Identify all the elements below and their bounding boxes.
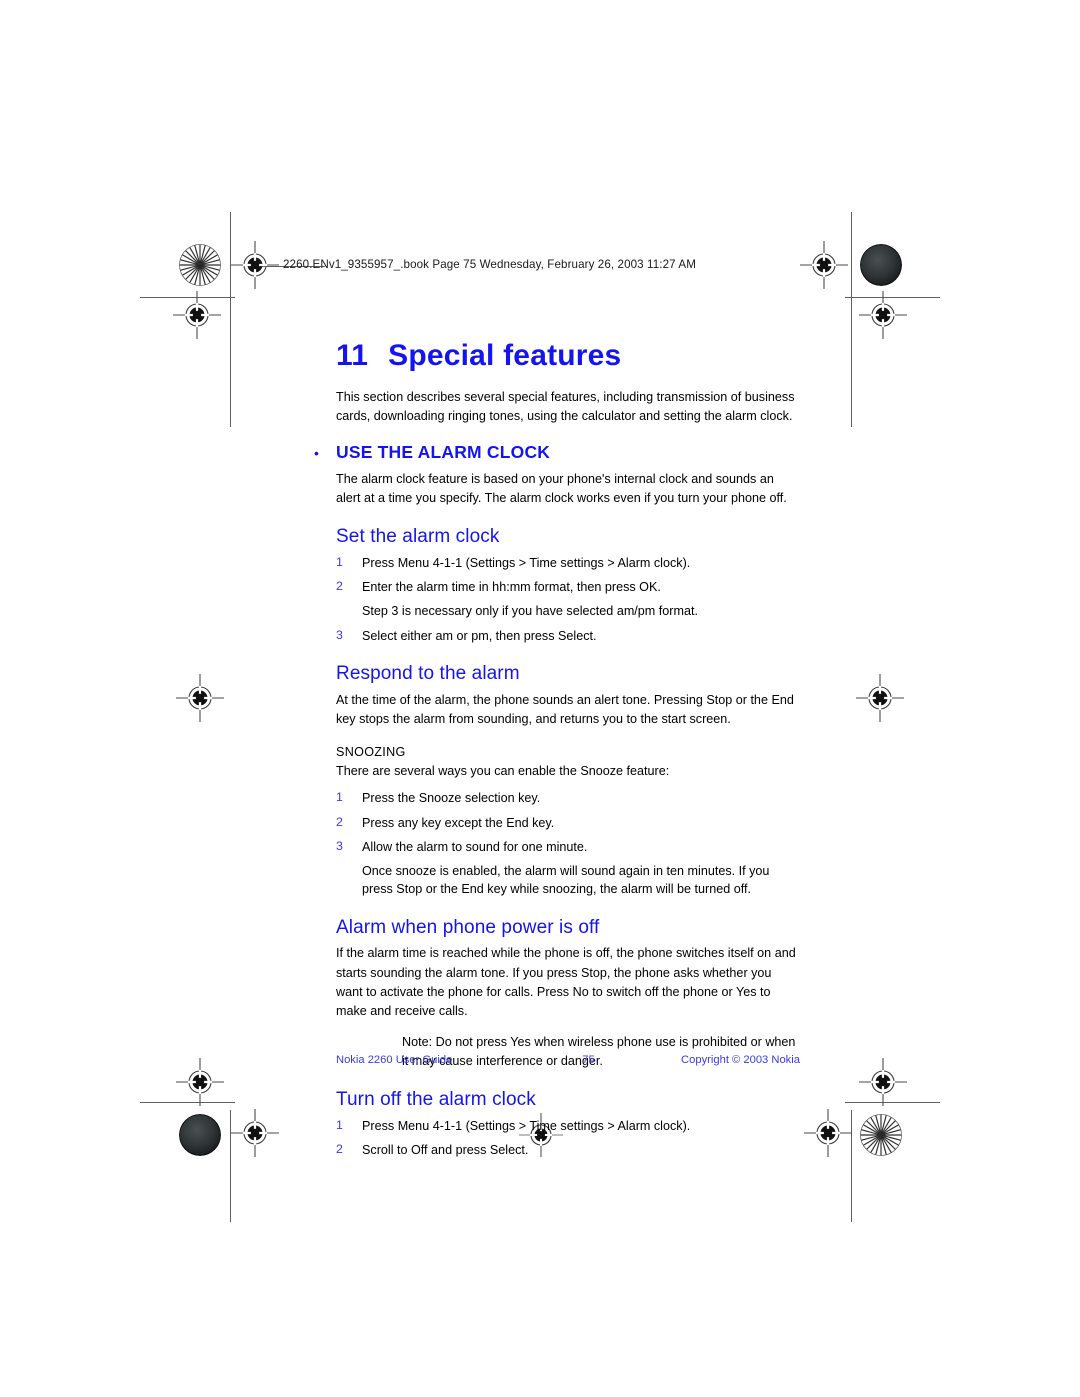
trim-line-bottom-left-horizontal xyxy=(140,1102,235,1103)
registration-target-middle-right xyxy=(854,672,906,724)
page-content: 11 Special features This section describe… xyxy=(314,340,800,1165)
section-heading-use-alarm-clock: • USE THE ALARM CLOCK xyxy=(314,441,800,463)
step-list-set-alarm-clock-continued: 3 Select either am or pm, then press Sel… xyxy=(336,627,800,645)
step-note-snoozing: Once snooze is enabled, the alarm will s… xyxy=(362,864,770,897)
step-marker: 2 xyxy=(336,814,343,829)
subsection-title-set-alarm-clock: Set the alarm clock xyxy=(336,526,500,548)
chapter-number: 11 xyxy=(336,339,369,372)
step-text: Press Menu 4-1-1 (Settings > Time settin… xyxy=(362,555,691,570)
density-patch-top-right xyxy=(860,244,902,286)
trim-line-right-vertical xyxy=(851,212,852,427)
step-text: Press any key except the End key. xyxy=(362,815,555,830)
step-text: Enter the alarm time in hh:mm format, th… xyxy=(362,580,661,595)
step-marker: 2 xyxy=(336,579,343,594)
trim-line-top-left-horizontal xyxy=(140,297,235,298)
subsection-body-alarm-power-off: If the alarm time is reached while the p… xyxy=(336,946,796,1018)
step-marker: 1 xyxy=(336,554,343,569)
footer-page-number: 75 xyxy=(582,1054,595,1066)
snoozing-intro-paragraph: There are several ways you can enable th… xyxy=(336,764,670,779)
density-patch-bottom-left xyxy=(179,1114,221,1156)
trim-line-left-vertical xyxy=(230,212,231,427)
file-slug-line: 2260.ENv1_9355957_.book Page 75 Wednesda… xyxy=(283,258,696,271)
step-list-snoozing: 1 Press the Snooze selection key. 2 Pres… xyxy=(336,789,800,856)
footer-copyright: Copyright © 2003 Nokia xyxy=(681,1054,800,1066)
registration-target-bottom-right-outer xyxy=(857,1056,909,1108)
trim-line-bottom-right-horizontal xyxy=(845,1102,940,1103)
registration-target-middle-left xyxy=(174,672,226,724)
page-canvas: 2260.ENv1_9355957_.book Page 75 Wednesda… xyxy=(0,0,1080,1397)
step-text: Scroll to Off and press Select. xyxy=(362,1142,529,1157)
list-item: 1 Press Menu 4-1-1 (Settings > Time sett… xyxy=(336,554,800,572)
registration-target-bottom-left-outer xyxy=(174,1056,226,1108)
trim-line-right-vertical-lower xyxy=(851,1110,852,1222)
registration-target-top-left-inner xyxy=(229,239,281,291)
step-text: Press the Snooze selection key. xyxy=(362,791,541,806)
step-marker: 3 xyxy=(336,627,343,642)
subsection-title-respond-to-alarm: Respond to the alarm xyxy=(336,662,520,684)
page-title: 11 Special features xyxy=(336,340,800,372)
chapter-title: Special features xyxy=(388,339,622,372)
registration-target-top-left-outer xyxy=(171,289,223,341)
step-marker: 2 xyxy=(336,1141,343,1156)
page-footer: Nokia 2260 User Guide 75 Copyright © 200… xyxy=(336,1054,800,1066)
list-item: 2 Press any key except the End key. xyxy=(336,814,800,832)
micro-heading-snoozing: SNOOZING xyxy=(336,745,406,760)
subsection-body-respond-to-alarm: At the time of the alarm, the phone soun… xyxy=(336,692,794,726)
step-list-turn-off-alarm-clock: 1 Press Menu 4-1-1 (Settings > Time sett… xyxy=(336,1117,800,1160)
registration-target-bottom-right-inner xyxy=(802,1107,854,1159)
step-marker: 1 xyxy=(336,1117,343,1132)
section-body-use-alarm-clock: The alarm clock feature is based on your… xyxy=(336,471,787,505)
step-marker: 1 xyxy=(336,790,343,805)
list-item: 3 Select either am or pm, then press Sel… xyxy=(336,627,800,645)
subsection-title-turn-off-alarm-clock: Turn off the alarm clock xyxy=(336,1088,536,1110)
bullet-icon: • xyxy=(314,444,319,461)
step-text: Select either am or pm, then press Selec… xyxy=(362,628,597,643)
step-text: Press Menu 4-1-1 (Settings > Time settin… xyxy=(362,1118,691,1133)
list-item: 2 Enter the alarm time in hh:mm format, … xyxy=(336,578,800,596)
trim-line-left-vertical-lower xyxy=(230,1110,231,1222)
registration-target-bottom-left-inner xyxy=(229,1107,281,1159)
step-marker: 3 xyxy=(336,838,343,853)
subsection-title-alarm-power-off: Alarm when phone power is off xyxy=(336,916,600,938)
chapter-intro-paragraph: This section describes several special f… xyxy=(336,389,795,423)
rosette-star-target-bottom-right xyxy=(860,1114,902,1156)
list-item: 1 Press the Snooze selection key. xyxy=(336,789,800,807)
list-item: 3 Allow the alarm to sound for one minut… xyxy=(336,838,800,856)
step-text: Allow the alarm to sound for one minute. xyxy=(362,839,588,854)
footer-guide-name: Nokia 2260 User Guide xyxy=(336,1054,453,1066)
section-title-use-alarm-clock: USE THE ALARM CLOCK xyxy=(336,441,551,462)
registration-target-top-right-outer xyxy=(857,289,909,341)
rosette-star-target-top-left xyxy=(179,244,221,286)
step-list-set-alarm-clock: 1 Press Menu 4-1-1 (Settings > Time sett… xyxy=(336,554,800,597)
trim-line-top-right-horizontal xyxy=(845,297,940,298)
list-item: 1 Press Menu 4-1-1 (Settings > Time sett… xyxy=(336,1117,800,1135)
registration-target-top-right-inner xyxy=(798,239,850,291)
step-note-set-alarm-clock: Step 3 is necessary only if you have sel… xyxy=(362,604,698,619)
list-item: 2 Scroll to Off and press Select. xyxy=(336,1141,800,1159)
